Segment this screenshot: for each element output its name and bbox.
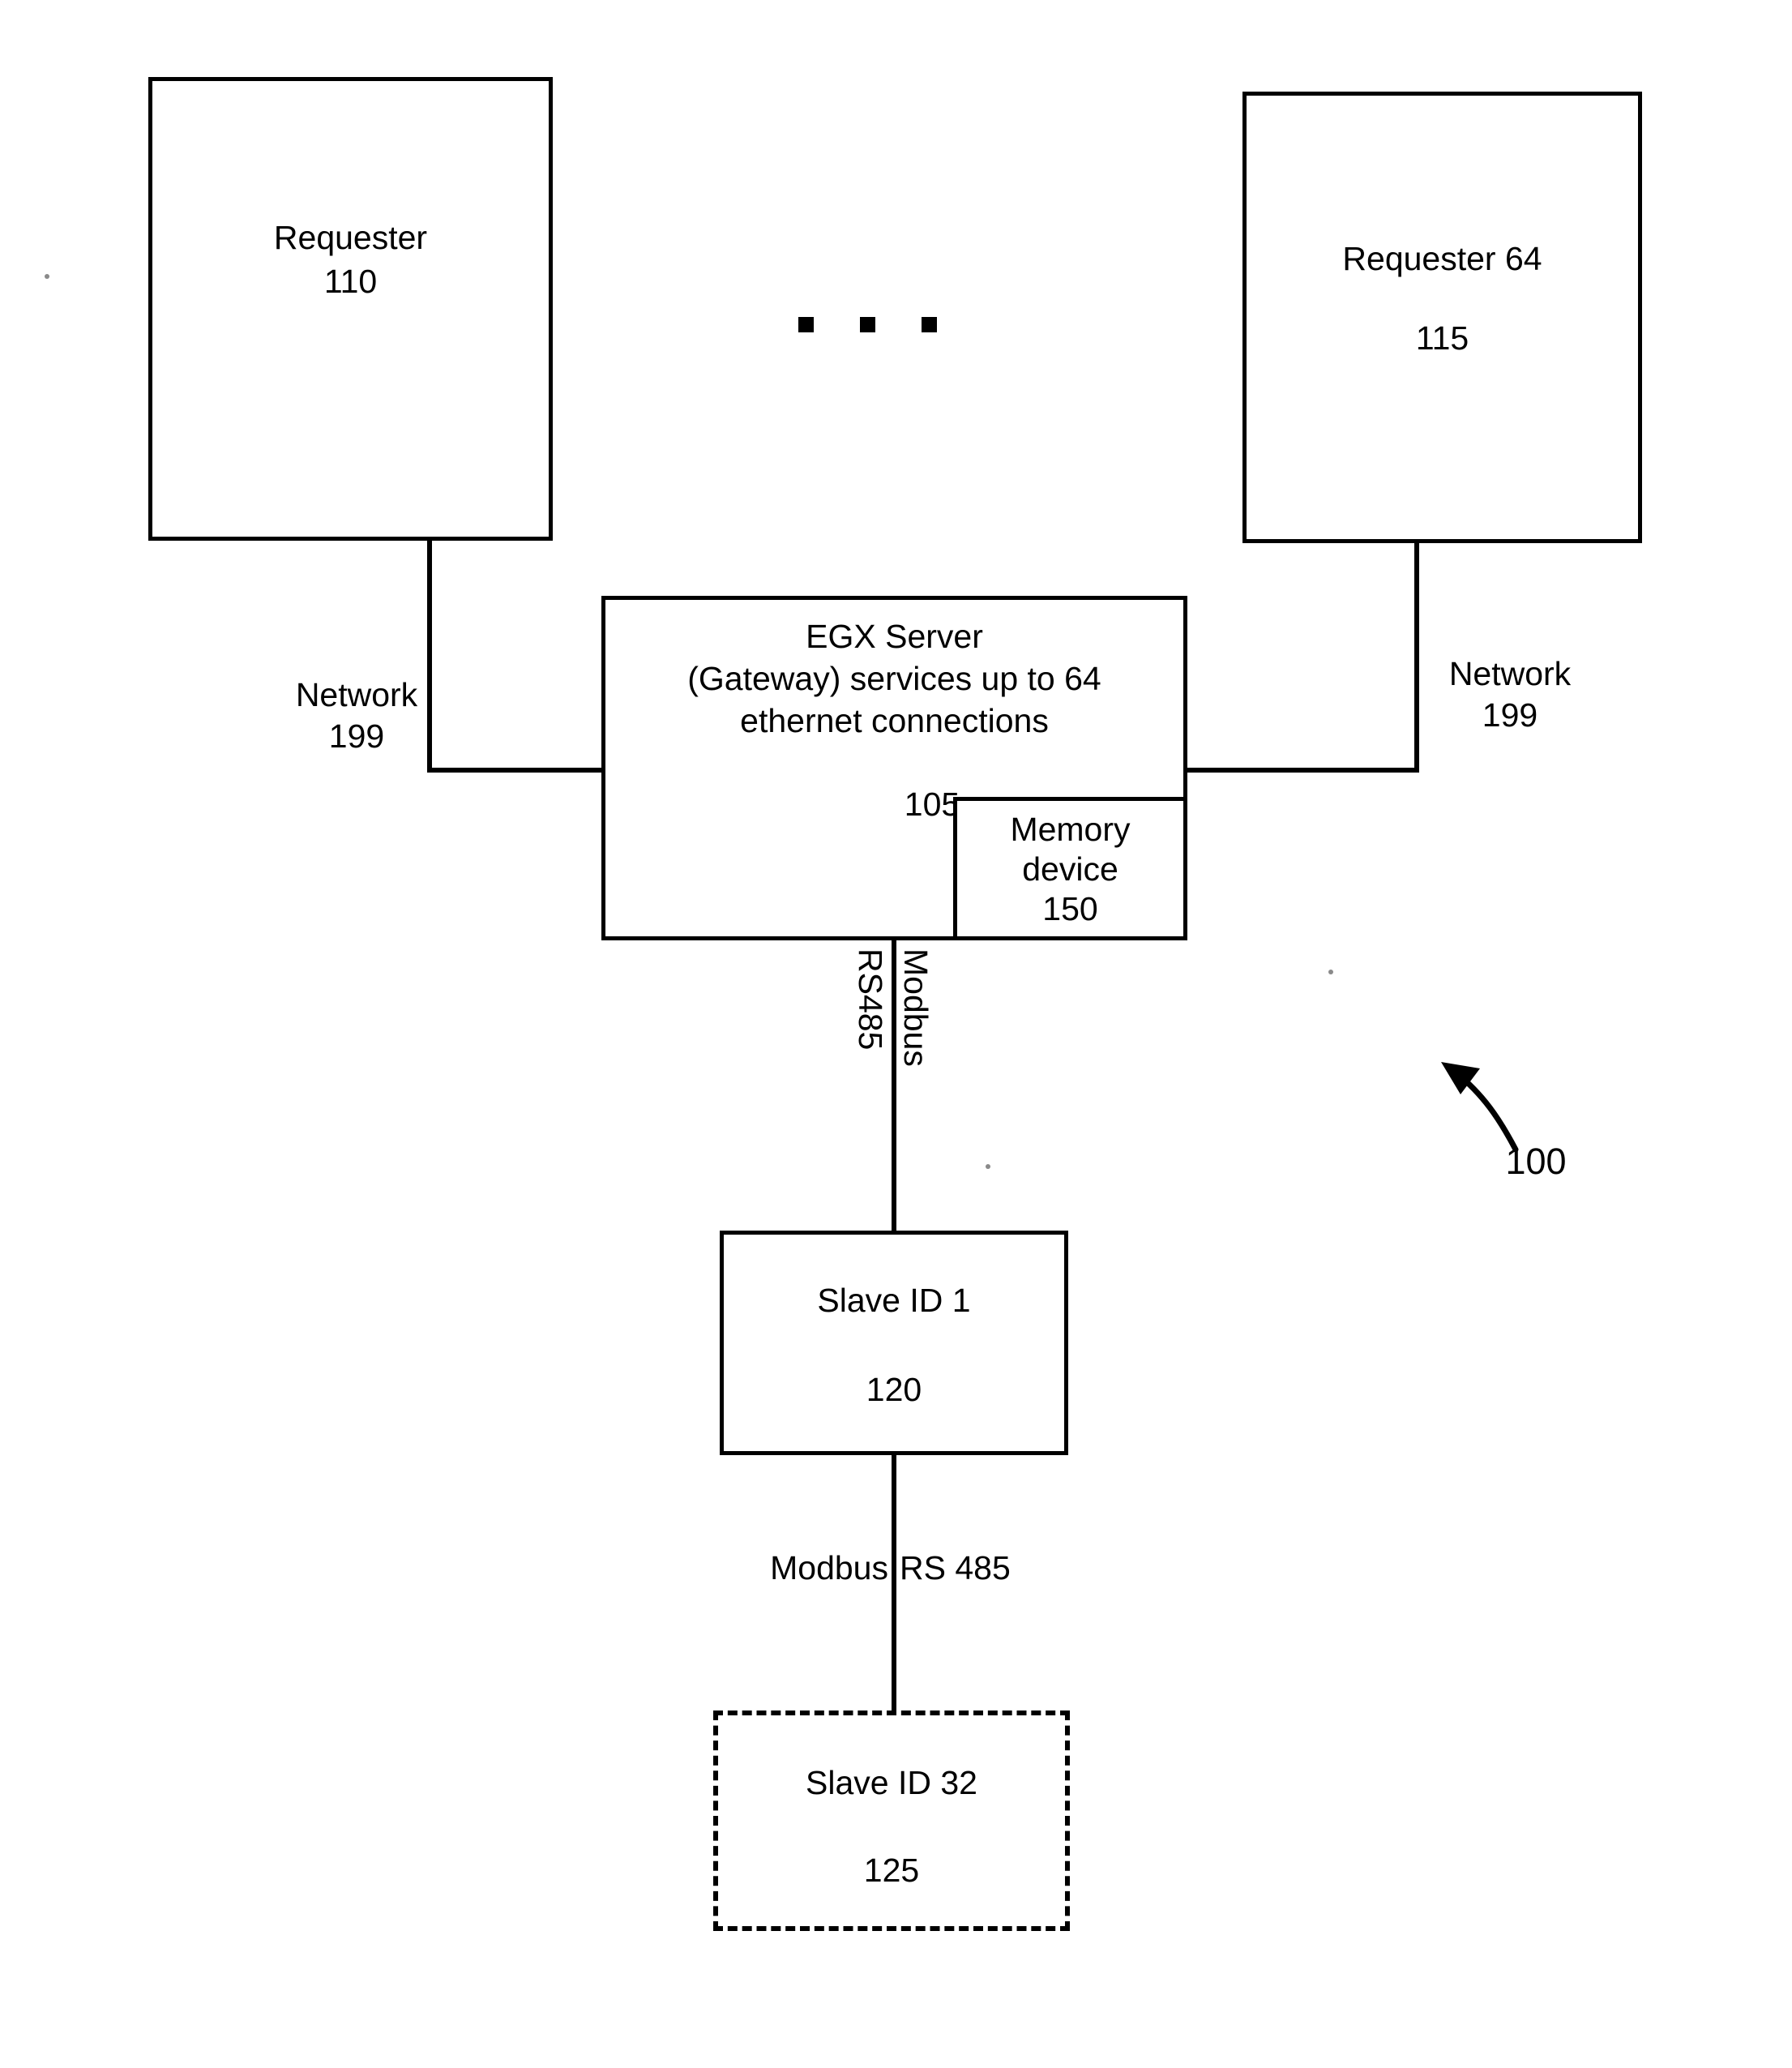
requester-110-ref: 110 bbox=[323, 263, 378, 300]
egx-server-line1: EGX Server bbox=[806, 618, 983, 655]
scan-artifact-speck bbox=[1328, 970, 1333, 974]
node-requester-115[interactable]: Requester 64 115 bbox=[1242, 92, 1642, 543]
bus-label-modbus-vertical: Modbus bbox=[897, 948, 934, 1067]
bus-label-rs485-lower-right: RS 485 bbox=[900, 1549, 1011, 1586]
egx-server-line2: (Gateway) services up to 64 bbox=[687, 660, 1101, 697]
network-label-left: Network 199 bbox=[280, 674, 434, 758]
network-left-name: Network bbox=[295, 676, 418, 713]
connector-slave1-to-slave32 bbox=[892, 1451, 896, 1715]
slave-id-32-ref: 125 bbox=[863, 1852, 920, 1889]
patent-figure-canvas: Requester 110 Requester 64 115 Network 1… bbox=[0, 0, 1792, 2068]
memory-device-line1: Memory bbox=[1010, 811, 1131, 848]
slave-id-32-title: Slave ID 32 bbox=[806, 1764, 977, 1801]
ellipsis-dot bbox=[860, 317, 875, 332]
memory-device-ref: 150 bbox=[1042, 890, 1098, 927]
requester-115-ref: 115 bbox=[1415, 319, 1469, 357]
requester-110-title: Requester bbox=[273, 219, 428, 256]
network-label-right: Network 199 bbox=[1433, 653, 1587, 737]
node-slave-id-32-125[interactable]: Slave ID 32 125 bbox=[713, 1710, 1070, 1931]
bus-label-modbus-lower-left: Modbus bbox=[770, 1549, 888, 1586]
slave-id-1-title: Slave ID 1 bbox=[817, 1282, 971, 1319]
node-slave-id-1-120[interactable]: Slave ID 1 120 bbox=[720, 1231, 1068, 1455]
connector-right-requester-horizontal bbox=[1183, 768, 1419, 773]
bus-label-rs485-vertical: RS485 bbox=[852, 948, 889, 1051]
network-left-ref: 199 bbox=[328, 717, 385, 756]
network-right-ref: 199 bbox=[1482, 696, 1538, 734]
connector-egx-to-slave1 bbox=[892, 936, 896, 1235]
slave-id-1-ref: 120 bbox=[866, 1371, 922, 1408]
egx-server-line3: ethernet connections bbox=[740, 702, 1049, 739]
node-requester-110[interactable]: Requester 110 bbox=[148, 77, 553, 541]
network-right-name: Network bbox=[1448, 655, 1572, 692]
connector-left-requester-horizontal bbox=[427, 768, 605, 773]
memory-device-line2: device bbox=[1022, 850, 1118, 888]
ellipsis-dot bbox=[922, 317, 937, 332]
scan-artifact-speck bbox=[45, 274, 49, 279]
ellipsis-dot bbox=[798, 317, 814, 332]
connector-right-requester-vertical bbox=[1414, 539, 1419, 773]
scan-artifact-speck bbox=[986, 1164, 990, 1169]
requester-115-title: Requester 64 bbox=[1342, 240, 1542, 277]
node-memory-device-150[interactable]: Memory device 150 bbox=[953, 797, 1187, 940]
figure-reference-numeral: 100 bbox=[1505, 1141, 1567, 1182]
